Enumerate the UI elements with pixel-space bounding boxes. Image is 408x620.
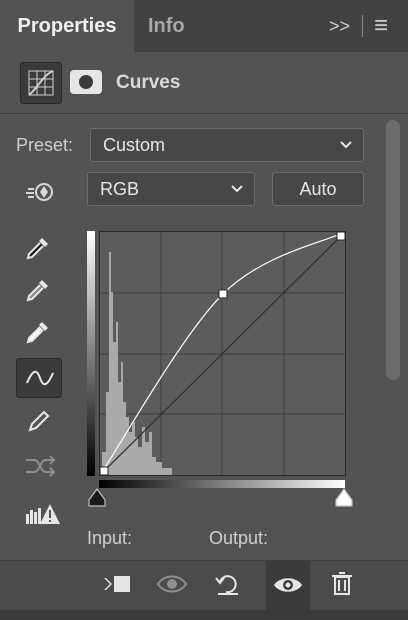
pencil-icon[interactable] [16, 402, 60, 440]
chevron-down-icon [339, 129, 353, 171]
tab-separator [362, 15, 363, 37]
curve-control-point-2[interactable] [336, 231, 346, 241]
panel-menu-button[interactable]: ≡ [374, 0, 388, 52]
white-input-slider[interactable] [334, 487, 354, 508]
tab-bar: Properties Info >> ≡ [0, 0, 408, 52]
expand-panel-button[interactable]: >> [329, 0, 350, 52]
channel-select[interactable]: RGB [87, 172, 255, 206]
output-label: Output: [209, 528, 269, 548]
curve-control-point-1[interactable] [218, 289, 228, 299]
trash-icon[interactable] [324, 568, 360, 600]
target-adjust-icon[interactable] [16, 172, 60, 210]
clipping-warning-icon[interactable] [16, 494, 60, 532]
input-label: Input: [87, 528, 133, 548]
curve-point-tool-icon[interactable] [16, 358, 62, 398]
curve-control-point-0[interactable] [99, 466, 109, 476]
tab-properties[interactable]: Properties [0, 0, 134, 52]
preset-select[interactable]: Custom [90, 128, 364, 162]
curves-graph[interactable] [99, 231, 346, 476]
smooth-curve-icon[interactable] [16, 446, 60, 484]
layer-mask-icon[interactable] [70, 70, 102, 94]
curves-adjustment-icon[interactable] [20, 62, 62, 104]
panel-title: Curves [116, 72, 181, 93]
clip-to-layer-icon[interactable] [100, 568, 136, 600]
chevron-down-icon [230, 173, 244, 215]
reset-icon[interactable] [210, 568, 246, 600]
black-input-slider[interactable] [87, 487, 107, 508]
tab-info[interactable]: Info [148, 0, 185, 52]
preset-value: Custom [103, 135, 166, 155]
view-previous-state-icon[interactable] [154, 568, 190, 600]
output-gradient-bar [87, 231, 95, 476]
auto-button[interactable]: Auto [272, 172, 364, 206]
preset-label: Preset: [16, 135, 74, 155]
channel-value: RGB [100, 179, 140, 199]
scrollbar-thumb[interactable] [386, 120, 400, 380]
gray-point-eyedropper-icon[interactable] [16, 270, 60, 308]
panel-resize-grip[interactable] [0, 610, 408, 620]
white-point-eyedropper-icon[interactable] [16, 312, 60, 350]
header-divider [0, 113, 408, 114]
black-point-eyedropper-icon[interactable] [16, 228, 60, 266]
visibility-eye-icon[interactable] [266, 560, 310, 610]
input-gradient-bar [99, 480, 345, 488]
